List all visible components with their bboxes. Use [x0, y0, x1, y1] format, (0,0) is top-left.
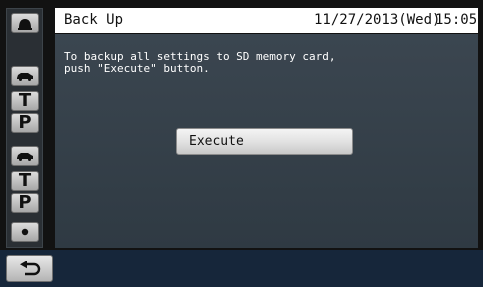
- title-bar: Back Up 11/27/2013(Wed) 15:05: [55, 8, 478, 33]
- car-icon: [17, 153, 33, 161]
- sidebar-item-camera[interactable]: [11, 13, 39, 33]
- return-arrow-icon: [19, 260, 40, 275]
- dot-icon: [21, 228, 29, 236]
- letter-t-icon: T: [18, 170, 32, 191]
- time-display: 15:05: [435, 12, 478, 28]
- sidebar-item-t-2[interactable]: T: [11, 171, 39, 191]
- sidebar-item-dot[interactable]: [11, 222, 39, 242]
- camera-dome-icon: [18, 18, 32, 30]
- screen: T P T P Back Up 11/27/2013(Wed) 15:05 To…: [0, 0, 483, 287]
- letter-p-icon: P: [18, 112, 32, 133]
- sidebar: T P T P: [6, 8, 43, 248]
- main-panel: To backup all settings to SD memory card…: [55, 34, 478, 248]
- sidebar-item-car-2[interactable]: [11, 146, 39, 166]
- instruction-text: To backup all settings to SD memory card…: [64, 50, 336, 75]
- car-icon: [17, 73, 33, 81]
- sidebar-item-t[interactable]: T: [11, 91, 39, 111]
- letter-t-icon: T: [18, 90, 32, 111]
- sidebar-item-p-2[interactable]: P: [11, 193, 39, 213]
- bottom-bar: [0, 250, 483, 287]
- date-display: 11/27/2013(Wed): [314, 12, 441, 28]
- sidebar-item-p[interactable]: P: [11, 113, 39, 133]
- execute-button[interactable]: Execute: [176, 128, 353, 155]
- letter-p-icon: P: [18, 192, 32, 213]
- sidebar-item-car[interactable]: [11, 66, 39, 86]
- back-button[interactable]: [6, 255, 53, 282]
- page-title: Back Up: [64, 12, 124, 28]
